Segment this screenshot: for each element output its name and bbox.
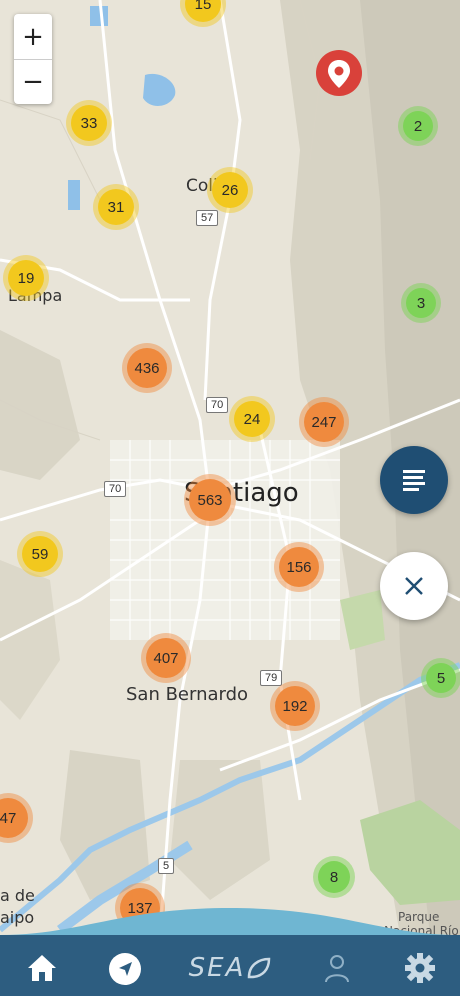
cluster-marker[interactable]: 33 xyxy=(66,100,112,146)
route-shield: 70 xyxy=(206,397,229,413)
cluster-marker[interactable]: 31 xyxy=(93,184,139,230)
cluster-count: 563 xyxy=(197,491,223,509)
brand-logo[interactable]: SEA xyxy=(180,950,280,986)
profile-button[interactable] xyxy=(320,950,354,986)
cluster-marker[interactable]: 24 xyxy=(229,396,275,442)
cluster-marker[interactable]: 436 xyxy=(122,343,172,393)
cluster-count: 19 xyxy=(17,269,35,287)
place-label-san-bernardo: San Bernardo xyxy=(126,684,249,705)
navigate-icon xyxy=(109,953,141,985)
home-icon xyxy=(28,955,56,981)
cluster-marker[interactable]: 563 xyxy=(184,474,236,526)
close-icon xyxy=(405,577,423,595)
cluster-marker[interactable]: 3 xyxy=(401,283,441,323)
gear-icon xyxy=(405,953,435,983)
cluster-marker[interactable]: 192 xyxy=(270,681,320,731)
route-shield: 70 xyxy=(104,481,127,497)
cluster-marker[interactable]: 407 xyxy=(141,633,191,683)
cluster-marker[interactable]: 247 xyxy=(299,397,349,447)
cluster-marker[interactable]: 156 xyxy=(274,542,324,592)
route-shield: 57 xyxy=(196,210,219,226)
cluster-count: 192 xyxy=(282,697,308,715)
cluster-marker[interactable]: 26 xyxy=(207,167,253,213)
zoom-out-button[interactable]: − xyxy=(14,59,52,104)
cluster-count: 31 xyxy=(107,198,125,216)
route-shield: 79 xyxy=(260,670,283,686)
cluster-count: 15 xyxy=(194,0,212,13)
list-button[interactable] xyxy=(380,446,448,514)
cluster-count: 247 xyxy=(311,413,337,431)
close-button[interactable] xyxy=(380,552,448,620)
home-button[interactable] xyxy=(22,950,62,986)
settings-button[interactable] xyxy=(400,950,440,986)
brand-text: SEA xyxy=(188,953,246,983)
cluster-count: 26 xyxy=(221,181,239,199)
cluster-count: 436 xyxy=(134,359,160,377)
navigate-button[interactable] xyxy=(106,950,144,988)
cluster-marker[interactable]: 5 xyxy=(421,658,460,698)
cluster-count: 8 xyxy=(329,868,339,886)
route-shield: 5 xyxy=(158,858,175,874)
list-icon xyxy=(403,470,425,491)
cluster-count: 5 xyxy=(436,669,446,687)
nav-wave xyxy=(0,908,460,940)
zoom-control: + − xyxy=(14,14,52,104)
cluster-count: 47 xyxy=(0,809,17,827)
cluster-marker[interactable]: 59 xyxy=(17,531,63,577)
cluster-count: 59 xyxy=(31,545,49,563)
cluster-count: 3 xyxy=(416,294,426,312)
cluster-count: 2 xyxy=(413,117,423,135)
cluster-count: 407 xyxy=(153,649,179,667)
cluster-count: 24 xyxy=(243,410,261,428)
zoom-in-button[interactable]: + xyxy=(14,14,52,59)
leaf-icon xyxy=(248,957,271,979)
cluster-marker[interactable]: 19 xyxy=(3,255,49,301)
person-icon xyxy=(325,955,349,983)
map-pin-icon[interactable] xyxy=(316,50,362,102)
cluster-count: 33 xyxy=(80,114,98,132)
cluster-marker[interactable]: 2 xyxy=(398,106,438,146)
cluster-count: 156 xyxy=(286,558,312,576)
